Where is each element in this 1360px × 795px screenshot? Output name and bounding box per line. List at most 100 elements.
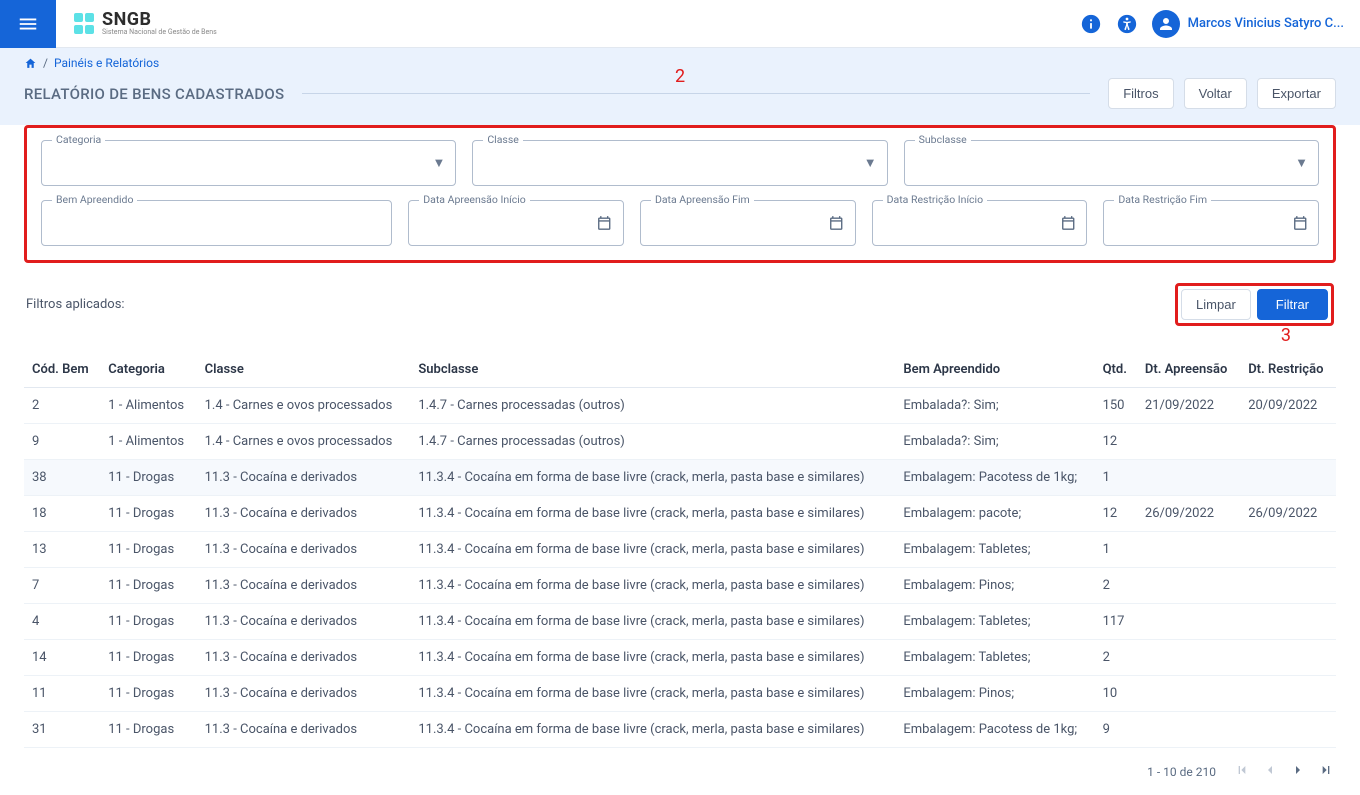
cell: 11.3.4 - Cocaína em forma de base livre … <box>410 460 895 496</box>
cell: 11.3.4 - Cocaína em forma de base livre … <box>410 568 895 604</box>
accessibility-icon[interactable] <box>1116 13 1138 35</box>
last-page-button[interactable] <box>1318 762 1334 781</box>
cell: Embalagem: pacote; <box>895 496 1094 532</box>
cell: 2 <box>1095 640 1137 676</box>
cell <box>1137 640 1240 676</box>
cell <box>1240 676 1336 712</box>
prev-page-button[interactable] <box>1262 762 1278 781</box>
cell: 11.3 - Cocaína e derivados <box>197 676 411 712</box>
pagination: 1 - 10 de 210 <box>0 748 1360 795</box>
cell: 1.4 - Carnes e ovos processados <box>197 424 411 460</box>
data-apreensao-inicio-input[interactable]: Data Apreensão Início <box>408 200 624 246</box>
cell <box>1240 532 1336 568</box>
cell <box>1240 604 1336 640</box>
cell: 14 <box>24 640 100 676</box>
voltar-button[interactable]: Voltar <box>1184 78 1247 109</box>
data-restricao-fim-input[interactable]: Data Restrição Fim <box>1103 200 1319 246</box>
app-logo[interactable]: SNGB Sistema Nacional de Gestão de Bens <box>74 11 217 36</box>
table-row[interactable]: 711 - Drogas11.3 - Cocaína e derivados11… <box>24 568 1336 604</box>
calendar-icon <box>828 214 844 232</box>
cell: 11.3.4 - Cocaína em forma de base livre … <box>410 640 895 676</box>
table-row[interactable]: 91 - Alimentos1.4 - Carnes e ovos proces… <box>24 424 1336 460</box>
col-subclasse[interactable]: Subclasse <box>410 352 895 388</box>
cell: 11.3 - Cocaína e derivados <box>197 568 411 604</box>
cell: 11 - Drogas <box>100 712 196 748</box>
table-row[interactable]: 1311 - Drogas11.3 - Cocaína e derivados1… <box>24 532 1336 568</box>
col-cod-bem[interactable]: Cód. Bem <box>24 352 100 388</box>
calendar-icon <box>1060 214 1076 232</box>
cell: Embalagem: Tabletes; <box>895 640 1094 676</box>
cell: 11 - Drogas <box>100 568 196 604</box>
cell: 11 - Drogas <box>100 460 196 496</box>
table-row[interactable]: 21 - Alimentos1.4 - Carnes e ovos proces… <box>24 388 1336 424</box>
table-row[interactable]: 1811 - Drogas11.3 - Cocaína e derivados1… <box>24 496 1336 532</box>
limpar-button[interactable]: Limpar <box>1181 289 1251 320</box>
cell: 11.3 - Cocaína e derivados <box>197 460 411 496</box>
cell: 11.3 - Cocaína e derivados <box>197 604 411 640</box>
cell <box>1240 712 1336 748</box>
cell: Embalagem: Pinos; <box>895 568 1094 604</box>
top-bar: SNGB Sistema Nacional de Gestão de Bens … <box>0 0 1360 48</box>
cell: 9 <box>1095 712 1137 748</box>
col-bem-apreendido[interactable]: Bem Apreendido <box>895 352 1094 388</box>
table-row[interactable]: 1111 - Drogas11.3 - Cocaína e derivados1… <box>24 676 1336 712</box>
cell: 26/09/2022 <box>1240 496 1336 532</box>
filtrar-button[interactable]: Filtrar <box>1257 289 1328 320</box>
menu-button[interactable] <box>0 0 56 48</box>
categoria-select[interactable]: Categoria ▼ <box>41 140 456 186</box>
table-row[interactable]: 3811 - Drogas11.3 - Cocaína e derivados1… <box>24 460 1336 496</box>
callout-3: 3 <box>1281 325 1291 346</box>
user-menu[interactable]: Marcos Vinicius Satyro C... <box>1152 10 1344 38</box>
hamburger-icon <box>17 13 39 35</box>
cell: 11 - Drogas <box>100 604 196 640</box>
data-apreensao-fim-input[interactable]: Data Apreensão Fim <box>640 200 856 246</box>
cell <box>1137 460 1240 496</box>
cell: 26/09/2022 <box>1137 496 1240 532</box>
filtros-button[interactable]: Filtros <box>1108 78 1173 109</box>
cell <box>1137 532 1240 568</box>
cell <box>1240 460 1336 496</box>
cell: 11.3.4 - Cocaína em forma de base livre … <box>410 712 895 748</box>
table-row[interactable]: 1411 - Drogas11.3 - Cocaína e derivados1… <box>24 640 1336 676</box>
first-page-button[interactable] <box>1234 762 1250 781</box>
cell <box>1137 712 1240 748</box>
col-dt-restricao[interactable]: Dt. Restrição <box>1240 352 1336 388</box>
page-title: RELATÓRIO DE BENS CADASTRADOS <box>24 85 284 103</box>
cell: Embalagem: Tabletes; <box>895 532 1094 568</box>
exportar-button[interactable]: Exportar <box>1257 78 1336 109</box>
subclasse-select[interactable]: Subclasse ▼ <box>904 140 1319 186</box>
cell: 11.3.4 - Cocaína em forma de base livre … <box>410 604 895 640</box>
title-divider <box>302 93 1090 94</box>
cell: 13 <box>24 532 100 568</box>
cell: 21/09/2022 <box>1137 388 1240 424</box>
col-classe[interactable]: Classe <box>197 352 411 388</box>
cell: 2 <box>1095 568 1137 604</box>
col-dt-apreensao[interactable]: Dt. Apreensão <box>1137 352 1240 388</box>
cell: 20/09/2022 <box>1240 388 1336 424</box>
cell: 38 <box>24 460 100 496</box>
cell: Embalagem: Pinos; <box>895 676 1094 712</box>
cell: Embalagem: Pacotess de 1kg; <box>895 712 1094 748</box>
table-row[interactable]: 411 - Drogas11.3 - Cocaína e derivados11… <box>24 604 1336 640</box>
col-categoria[interactable]: Categoria <box>100 352 196 388</box>
cell <box>1137 676 1240 712</box>
cell <box>1137 424 1240 460</box>
cell: 10 <box>1095 676 1137 712</box>
next-page-button[interactable] <box>1290 762 1306 781</box>
data-restricao-inicio-input[interactable]: Data Restrição Início <box>872 200 1088 246</box>
breadcrumb-sep: / <box>43 56 48 70</box>
breadcrumb-link[interactable]: Painéis e Relatórios <box>54 56 159 70</box>
cell: Embalada?: Sim; <box>895 424 1094 460</box>
classe-select[interactable]: Classe ▼ <box>472 140 887 186</box>
cell: Embalagem: Pacotess de 1kg; <box>895 460 1094 496</box>
bem-apreendido-input[interactable]: Bem Apreendido <box>41 200 392 246</box>
table-row[interactable]: 3111 - Drogas11.3 - Cocaína e derivados1… <box>24 712 1336 748</box>
cell: 1.4 - Carnes e ovos processados <box>197 388 411 424</box>
col-qtd[interactable]: Qtd. <box>1095 352 1137 388</box>
filter-panel: Categoria ▼ Classe ▼ Subclasse ▼ Bem Apr… <box>24 125 1336 263</box>
callout-2: 2 <box>675 66 685 87</box>
cell: 11.3.4 - Cocaína em forma de base livre … <box>410 496 895 532</box>
info-icon[interactable] <box>1080 13 1102 35</box>
cell: 7 <box>24 568 100 604</box>
home-icon[interactable] <box>24 57 37 70</box>
